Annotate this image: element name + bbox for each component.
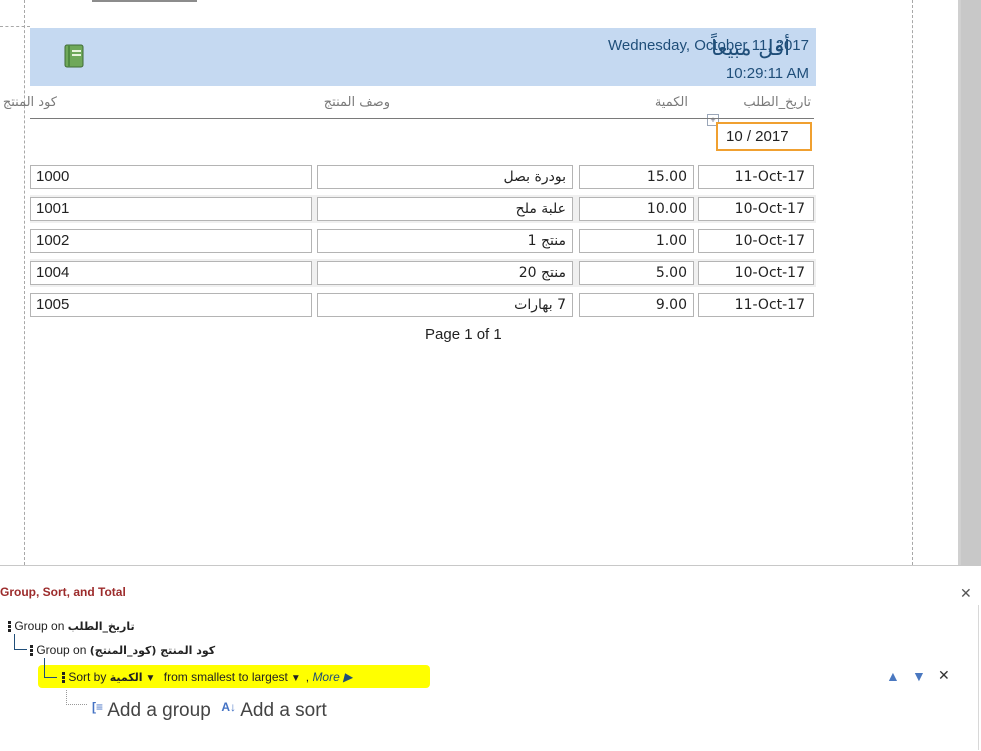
header-rule: [30, 118, 814, 119]
page-margin-right: [912, 0, 913, 565]
group-level-1[interactable]: Group on تاريخ_الطلب: [8, 619, 135, 633]
ruler-mark: [92, 0, 197, 2]
cell-description[interactable]: بودرة بصل: [317, 165, 573, 189]
add-group-button[interactable]: Add a group: [107, 700, 211, 721]
cell-description[interactable]: 7 بهارات: [317, 293, 573, 317]
delete-icon[interactable]: ✕: [938, 667, 950, 684]
cell-code[interactable]: 1004: [30, 261, 312, 285]
section-divider: [0, 26, 30, 27]
chevron-down-icon[interactable]: ▼: [146, 673, 156, 684]
column-header-date[interactable]: تاريخ_الطلب: [743, 95, 811, 110]
move-up-icon[interactable]: ▲: [886, 668, 900, 684]
page-number: Page 1 of 1: [425, 326, 502, 343]
cell-quantity[interactable]: 15.00: [579, 165, 694, 189]
page-margin-left: [24, 0, 25, 565]
sort-separator: ,: [305, 670, 310, 684]
cell-date[interactable]: 10-Oct-17: [698, 261, 814, 285]
cell-quantity[interactable]: 1.00: [579, 229, 694, 253]
group-field[interactable]: تاريخ_الطلب: [68, 620, 135, 633]
add-controls: [≡ Add a group A↓ Add a sort: [92, 700, 327, 722]
cell-code[interactable]: 1000: [30, 165, 312, 189]
drag-handle-icon[interactable]: [30, 644, 33, 657]
cell-code[interactable]: 1002: [30, 229, 312, 253]
tree-connector: [14, 634, 27, 650]
column-header-code[interactable]: كود المنتج: [3, 95, 57, 110]
close-icon[interactable]: ✕: [960, 585, 972, 602]
sort-prefix: Sort by: [68, 670, 107, 684]
group-level-2[interactable]: Group on كود المنتج (كود_المنتج): [30, 643, 215, 657]
report-time: 10:29:11 AM: [725, 65, 809, 82]
column-header-description[interactable]: وصف المنتج: [324, 95, 390, 110]
cell-quantity[interactable]: 5.00: [579, 261, 694, 285]
cell-description[interactable]: منتج 1: [317, 229, 573, 253]
group-field[interactable]: كود المنتج (كود_المنتج): [90, 644, 215, 657]
sort-field[interactable]: الكمية: [110, 671, 143, 684]
group-sort-total-pane: [0, 565, 981, 751]
chevron-down-icon[interactable]: ▼: [291, 673, 301, 684]
cell-code[interactable]: 1005: [30, 293, 312, 317]
group-header-field[interactable]: 10 / 2017: [716, 122, 812, 151]
pane-title: Group, Sort, and Total: [0, 585, 126, 599]
column-header-quantity[interactable]: الكمية: [655, 95, 688, 110]
sort-level[interactable]: Sort by الكمية ▼ from smallest to largest…: [62, 670, 352, 684]
cell-date[interactable]: 11-Oct-17: [698, 293, 814, 317]
cell-quantity[interactable]: 9.00: [579, 293, 694, 317]
pane-divider: [978, 605, 979, 750]
add-group-icon[interactable]: [≡: [92, 700, 103, 714]
move-down-icon[interactable]: ▼: [912, 668, 926, 684]
tree-connector: [66, 690, 87, 705]
add-sort-button[interactable]: Add a sort: [240, 700, 327, 721]
report-date: Wednesday, October 11, 2017: [608, 37, 809, 54]
cell-description[interactable]: علبة ملح: [317, 197, 573, 221]
sort-order[interactable]: from smallest to largest: [164, 670, 288, 684]
notebook-icon: [64, 44, 84, 68]
cell-description[interactable]: منتج 20: [317, 261, 573, 285]
add-sort-icon[interactable]: A↓: [221, 700, 236, 714]
canvas-gutter: [961, 0, 981, 565]
tree-connector: [44, 658, 57, 678]
group-prefix: Group on: [14, 619, 65, 633]
group-prefix: Group on: [36, 643, 87, 657]
cell-date[interactable]: 10-Oct-17: [698, 229, 814, 253]
drag-handle-icon[interactable]: [8, 620, 11, 633]
cell-date[interactable]: 11-Oct-17: [698, 165, 814, 189]
cell-code[interactable]: 1001: [30, 197, 312, 221]
drag-handle-icon[interactable]: [62, 671, 65, 684]
cell-date[interactable]: 10-Oct-17: [698, 197, 814, 221]
more-options-link[interactable]: More ▶: [312, 670, 352, 684]
cell-quantity[interactable]: 10.00: [579, 197, 694, 221]
